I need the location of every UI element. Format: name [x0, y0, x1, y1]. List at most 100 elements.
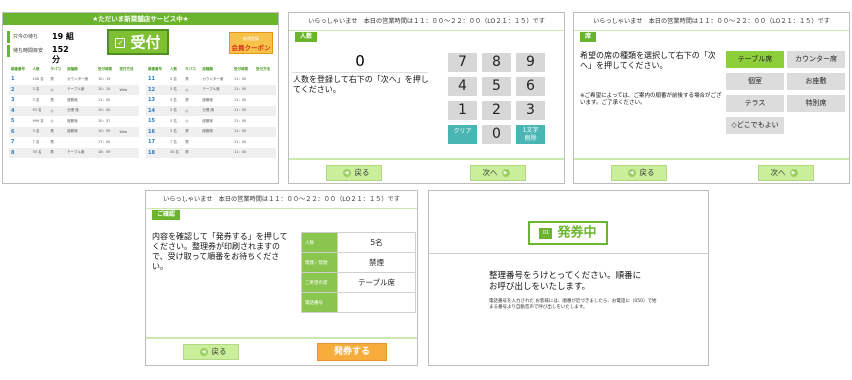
confirm-panel: いらっしゃいませ 本日の営業時間は１１：００～２２：００（LO２１：１５）です …: [145, 190, 418, 366]
table-row: 23 名 ◎ テーブル席 10：20 Web: [9, 84, 139, 95]
key-8[interactable]: 8: [482, 53, 511, 72]
table-cell: 11: [148, 76, 155, 83]
table-cell: 座敷席: [200, 126, 232, 137]
table-cell: 11：00: [97, 97, 111, 102]
table-cell: 15: [148, 118, 155, 125]
member-coupon-button[interactable]: 新規登録 会員クーポン: [229, 32, 273, 54]
reception-button[interactable]: ✓ 受付: [107, 29, 169, 55]
header-message: いらっしゃいませ 本日の営業時間は１１：００～２２：００（LO２１：１５）です: [289, 13, 564, 31]
table-cell: 3 名: [169, 76, 177, 81]
back-button[interactable]: ◀ 戻る: [611, 165, 667, 181]
table-cell: 30 名: [167, 147, 184, 158]
table-cell: 3: [11, 97, 15, 104]
wait-time-label: 待ち時間目安: [13, 48, 44, 54]
confirm-key: 電話番号: [301, 292, 338, 313]
coupon-label: 会員クーポン: [231, 44, 271, 52]
next-arrow-icon: ▶: [789, 169, 798, 177]
back-label: 戻る: [211, 347, 227, 356]
table-cell: 11：00: [233, 97, 247, 102]
seat-option[interactable]: ◇どこでもよい: [726, 117, 784, 134]
section-label: 席: [580, 32, 597, 42]
next-label: 次へ: [770, 168, 786, 177]
key-4[interactable]: 4: [448, 77, 477, 96]
table-row: 11 3 名 禁 カウンター席 11：00: [146, 74, 276, 85]
seat-option[interactable]: 特別席: [787, 95, 845, 112]
key-3[interactable]: 3: [516, 101, 545, 120]
table-row: 4 93 名 ◎ 分煙 席 10：40: [9, 105, 139, 116]
key-6[interactable]: 6: [516, 77, 545, 96]
instruction-text: 希望の席の種類を選択して右下の「次へ」を押してください。: [580, 51, 716, 70]
table-cell: [117, 137, 139, 148]
table-cell: 11：00: [231, 105, 254, 116]
table-cell: 5: [11, 118, 15, 125]
key-9[interactable]: 9: [516, 53, 545, 72]
seat-option[interactable]: テーブル席: [726, 51, 784, 68]
table-cell: [254, 74, 276, 85]
table-cell: 3 名: [30, 126, 49, 137]
table-row: 17 7 名 禁 11：00: [146, 137, 276, 148]
next-button[interactable]: 次へ ▶: [758, 165, 814, 181]
table-cell: 禁: [48, 147, 66, 158]
seat-option[interactable]: お座敷: [787, 73, 845, 90]
key-0[interactable]: 0: [482, 125, 511, 144]
seat-option[interactable]: 個室: [726, 73, 784, 90]
table-cell: [253, 126, 276, 137]
confirm-key: 喫煙／禁煙: [301, 252, 338, 273]
table-cell: 999 名: [32, 118, 44, 123]
issuing-message: 整理番号をうけとってください。順番にお呼び出しをいたします。: [489, 271, 642, 292]
table-cell: 禁: [50, 139, 54, 144]
key-2[interactable]: 2: [482, 101, 511, 120]
seat-option[interactable]: カウンター席: [787, 51, 845, 68]
section-label: 人数: [295, 32, 318, 42]
table-cell: 座敷席: [67, 97, 78, 102]
back-button[interactable]: ◀ 戻る: [183, 344, 239, 360]
table-cell: テーブル席: [200, 84, 232, 95]
divider-line: [429, 253, 708, 254]
table-cell: 禁: [183, 126, 201, 137]
table-cell: 30 名: [30, 147, 49, 158]
table-cell: 3 名: [167, 126, 184, 137]
section-label: ご確認: [152, 210, 181, 220]
table-cell: 7 名: [32, 139, 40, 144]
table-cell: 16: [146, 126, 168, 137]
reception-label: 受付: [130, 33, 161, 52]
table-cell: [117, 147, 139, 158]
seat-option[interactable]: テラス: [726, 95, 784, 112]
table-cell: 10：57: [97, 118, 111, 123]
table-cell: 10：59: [95, 126, 118, 137]
column-header: 受付方法: [255, 67, 270, 71]
back-arrow-icon: ◀: [199, 348, 208, 356]
column-header: タバコ: [50, 67, 61, 71]
table-cell: 18：59: [95, 147, 118, 158]
back-button[interactable]: ◀ 戻る: [326, 165, 382, 181]
table-cell: 座敷席: [202, 97, 213, 102]
table-cell: カウンター席: [202, 76, 224, 81]
delete-key[interactable]: 1文字削除: [516, 125, 545, 144]
table-cell: [253, 147, 276, 158]
back-label: 戻る: [639, 168, 655, 177]
waitlist-panel: ★ただいま新菜舗店サービス中★ 只今の待ち 19 組 待ち時間目安 152 分 …: [2, 12, 279, 184]
key-7[interactable]: 7: [448, 53, 477, 72]
clear-key[interactable]: クリア: [448, 125, 477, 144]
table-cell: 禁: [50, 76, 54, 81]
table-cell: 禁: [185, 139, 189, 144]
table-cell: 3 名: [32, 97, 40, 102]
issuing-label: 発券中: [557, 225, 597, 241]
seat-note: ※ご希望によっては、ご案内の順番が前後する場合がございます。ご了承ください。: [580, 93, 722, 106]
table-cell: [117, 74, 139, 85]
table-cell: カウンター席: [67, 76, 89, 81]
phone-note: 電話番号を入力された お客様には、順番が近づきましたら、お電話に（050）で始ま…: [489, 299, 657, 310]
table-cell: 分煙 席: [200, 105, 232, 116]
issue-ticket-button[interactable]: 発券する: [317, 343, 387, 361]
next-button[interactable]: 次へ ▶: [470, 165, 526, 181]
table-row: 12 3 名 ◎ テーブル席 11：00: [146, 84, 276, 95]
column-header: 人数: [32, 67, 40, 71]
column-header: 受付時間: [97, 67, 112, 71]
key-1[interactable]: 1: [448, 101, 477, 120]
table-cell: [65, 137, 96, 148]
table-cell: 4: [9, 105, 31, 116]
confirm-row: 人数 5名: [301, 232, 416, 253]
instruction-text: 人数を登録して右下の「次へ」を押してください。: [293, 75, 429, 94]
key-5[interactable]: 5: [482, 77, 511, 96]
table-cell: [254, 137, 276, 148]
